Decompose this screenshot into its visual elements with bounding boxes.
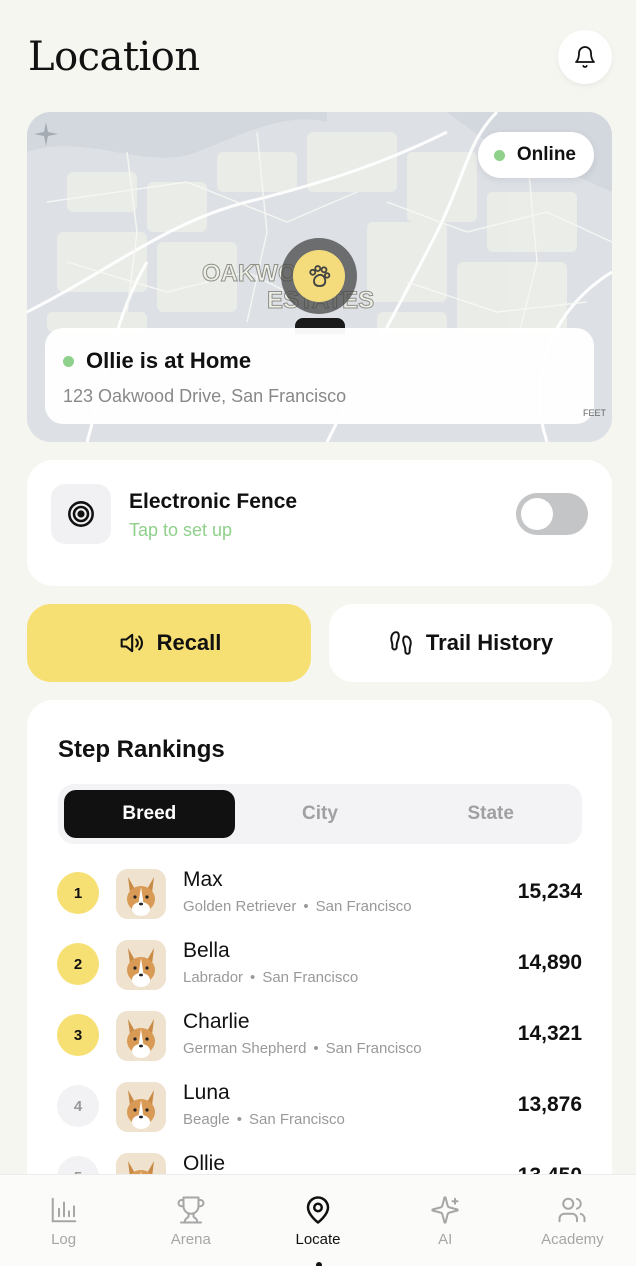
trail-history-button[interactable]: Trail History — [329, 604, 612, 682]
pet-name: Ollie — [183, 1152, 226, 1175]
pet-meta: Beagle • San Francisco — [183, 1111, 345, 1128]
pet-name: Charlie — [183, 1010, 250, 1033]
rank-badge: 3 — [57, 1014, 99, 1056]
nav-item-ai[interactable]: AI — [382, 1175, 509, 1266]
pet-location-marker[interactable] — [281, 238, 357, 314]
paw-icon — [309, 265, 331, 287]
ranking-row[interactable]: 2 Bella Labrador • San Francisco 14,890 — [57, 937, 582, 1008]
target-icon — [68, 501, 94, 527]
footprints-icon — [390, 631, 412, 655]
map-pin-icon — [306, 1196, 330, 1224]
ranking-row[interactable]: 3 Charlie German Shepherd • San Francisco … — [57, 1008, 582, 1079]
pet-breed: Beagle — [183, 1111, 230, 1128]
pet-avatar — [116, 940, 166, 990]
sparkles-icon — [431, 1196, 459, 1224]
tab-state[interactable]: State — [405, 790, 576, 838]
pet-city: San Francisco — [325, 1040, 422, 1057]
home-status-dot — [63, 355, 74, 367]
corgi-avatar-icon — [116, 869, 166, 919]
bar-chart-icon — [51, 1197, 76, 1223]
header: Location — [28, 30, 612, 90]
fence-title: Electronic Fence — [129, 490, 298, 513]
ranking-row[interactable]: 1 Max Golden Retriever • San Francisco 15,… — [57, 866, 582, 937]
pet-avatar — [116, 1082, 166, 1132]
rankings-segmented-control: Breed City State — [58, 784, 582, 844]
recall-label: Recall — [156, 630, 222, 655]
recall-button[interactable]: Recall — [27, 604, 311, 682]
fence-toggle[interactable] — [516, 493, 588, 535]
location-info-card[interactable]: Ollie is at Home 123 Oakwood Drive, San … — [45, 328, 594, 424]
rankings-list: 1 Max Golden Retriever • San Francisco 15,… — [57, 866, 582, 1220]
pet-name: Luna — [183, 1081, 230, 1104]
nav-label-ai: AI — [438, 1231, 453, 1248]
rank-badge: 1 — [57, 872, 99, 914]
nav-label-arena: Arena — [170, 1231, 211, 1248]
step-rankings-card: Step Rankings Breed City State 1 Max Gol… — [27, 700, 612, 1220]
page-title: Location — [28, 34, 200, 80]
pet-meta: Labrador • San Francisco — [183, 969, 359, 986]
pet-meta: Golden Retriever • San Francisco — [183, 898, 412, 915]
pet-steps: 14,321 — [517, 1022, 582, 1045]
pet-avatar — [116, 1011, 166, 1061]
online-status-pill: Online — [477, 132, 594, 178]
nav-item-log[interactable]: Log — [0, 1175, 127, 1266]
nav-item-arena[interactable]: Arena — [127, 1175, 254, 1266]
fence-icon-box — [51, 484, 111, 544]
nav-item-locate[interactable]: Locate — [254, 1175, 381, 1266]
corgi-avatar-icon — [116, 1082, 166, 1132]
pet-city: San Francisco — [315, 898, 412, 915]
pet-city: San Francisco — [262, 969, 359, 986]
notifications-button[interactable] — [558, 30, 612, 84]
corgi-avatar-icon — [116, 940, 166, 990]
pet-breed: Golden Retriever — [183, 898, 297, 915]
pet-steps: 15,234 — [517, 880, 582, 903]
online-dot — [493, 149, 505, 161]
rankings-title: Step Rankings — [58, 736, 225, 763]
location-address: 123 Oakwood Drive, San Francisco — [63, 386, 347, 406]
nav-label-academy: Academy — [541, 1231, 604, 1248]
tab-city[interactable]: City — [235, 790, 406, 838]
location-title: Ollie is at Home — [86, 348, 252, 373]
tab-breed[interactable]: Breed — [64, 790, 235, 838]
pet-steps: 13,876 — [517, 1093, 582, 1116]
pet-meta: German Shepherd • San Francisco — [183, 1040, 422, 1057]
trophy-icon — [177, 1196, 205, 1224]
bell-icon — [575, 46, 595, 68]
rank-badge: 4 — [57, 1085, 99, 1127]
pet-city: San Francisco — [248, 1111, 345, 1128]
electronic-fence-card[interactable]: Electronic Fence Tap to set up — [27, 460, 612, 586]
paw-marker — [293, 250, 345, 302]
pet-avatar — [116, 869, 166, 919]
nav-label-log: Log — [51, 1231, 77, 1248]
bottom-nav: Log Arena Locate AI Academy — [0, 1174, 636, 1266]
pet-name: Bella — [183, 939, 230, 962]
map-view[interactable]: OAKWOOD ESTATES Online Ollie is at Home … — [27, 112, 612, 442]
map-scale-label: FEET — [582, 408, 606, 418]
active-tab-indicator — [316, 1262, 322, 1266]
ranking-row[interactable]: 4 Luna Beagle • San Francisco 13,876 — [57, 1079, 582, 1150]
users-icon — [558, 1197, 586, 1223]
corgi-avatar-icon — [116, 1011, 166, 1061]
pet-name: Max — [183, 868, 223, 891]
pet-breed: Labrador — [183, 969, 244, 986]
nav-item-academy[interactable]: Academy — [509, 1175, 636, 1266]
pet-steps: 14,890 — [517, 951, 582, 974]
toggle-knob — [521, 498, 553, 530]
trail-history-label: Trail History — [425, 630, 554, 655]
nav-label-locate: Locate — [295, 1231, 341, 1248]
fence-setup-link[interactable]: Tap to set up — [129, 520, 232, 541]
online-status-label: Online — [516, 144, 576, 165]
pet-breed: German Shepherd — [183, 1040, 307, 1057]
rank-badge: 2 — [57, 943, 99, 985]
speaker-icon — [120, 633, 143, 653]
